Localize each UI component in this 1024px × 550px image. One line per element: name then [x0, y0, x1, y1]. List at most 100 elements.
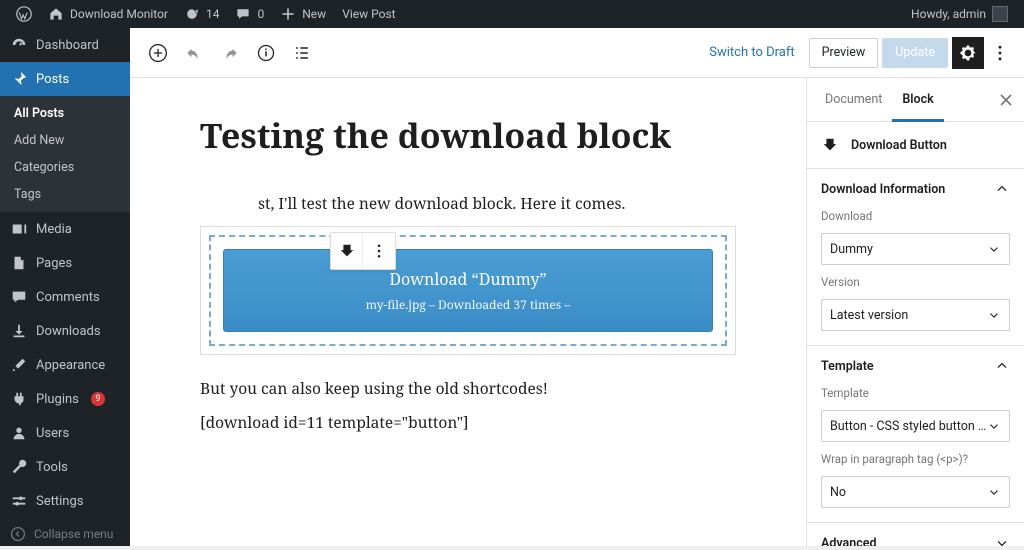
sidebar-subitem[interactable]: Add New	[0, 127, 130, 154]
collapse-icon	[10, 526, 26, 542]
chevron-down-icon	[987, 419, 1001, 433]
ab-new[interactable]: New	[272, 0, 334, 28]
sidebar-item-label: Settings	[36, 494, 83, 509]
select-wrap-p[interactable]: No	[821, 476, 1010, 508]
page-icon	[10, 254, 28, 272]
inspector-close-button[interactable]	[996, 90, 1016, 110]
gear-icon	[958, 43, 978, 63]
label-download: Download	[821, 209, 1010, 223]
sidebar-item-pages[interactable]: Pages	[0, 246, 130, 280]
home-icon	[48, 6, 64, 22]
select-version[interactable]: Latest version	[821, 299, 1010, 331]
ab-updates[interactable]: 14	[176, 0, 228, 28]
sidebar-item-label: Plugins	[36, 392, 79, 407]
chevron-up-icon	[994, 358, 1010, 374]
settings-toggle-button[interactable]	[952, 37, 984, 69]
update-button[interactable]: Update	[882, 38, 948, 68]
block-navigation-button[interactable]	[286, 37, 318, 69]
admin-sidebar: Dashboard Posts All PostsAdd NewCategories…	[0, 28, 130, 546]
download-button-subtitle: my-file.jpg – Downloaded 37 times –	[234, 296, 702, 313]
sidebar-item-plugins[interactable]: Plugins 9	[0, 382, 130, 416]
ab-updates-count: 14	[206, 7, 220, 21]
tab-document[interactable]: Document	[815, 78, 892, 122]
paragraph-block[interactable]: [download id=11 template="button"]	[200, 411, 736, 433]
sidebar-item-label: Pages	[36, 256, 72, 271]
update-badge: 9	[91, 392, 105, 406]
admin-bar: Download Monitor 14 0 New View Post Howd…	[0, 0, 1024, 28]
ab-wp-logo[interactable]	[8, 0, 40, 28]
download-block-selected[interactable]: Download “Dummy” my-file.jpg – Downloade…	[200, 226, 736, 355]
ab-site-name[interactable]: Download Monitor	[40, 0, 176, 28]
sliders-icon	[10, 492, 28, 510]
label-template: Template	[821, 386, 1010, 400]
paragraph-block[interactable]: st, I'll test the new download block. He…	[200, 192, 736, 214]
select-template[interactable]: Button - CSS styled button sho…	[821, 410, 1010, 442]
sidebar-item-dashboard[interactable]: Dashboard	[0, 28, 130, 62]
redo-button[interactable]	[214, 37, 246, 69]
download-icon	[821, 136, 839, 154]
dashboard-icon	[10, 36, 28, 54]
sidebar-item-users[interactable]: Users	[0, 416, 130, 450]
post-title[interactable]: Testing the download block	[200, 112, 736, 158]
sidebar-item-label: Appearance	[36, 358, 105, 373]
collapse-menu-button[interactable]: Collapse menu	[0, 518, 130, 550]
download-button-title: Download “Dummy”	[234, 268, 702, 290]
panel-download-information[interactable]: Download Information	[807, 169, 1024, 209]
plug-icon	[10, 390, 28, 408]
sidebar-item-label: Posts	[36, 72, 69, 87]
tab-block[interactable]: Block	[892, 78, 943, 122]
chevron-up-icon	[994, 181, 1010, 197]
sidebar-subitem[interactable]: Tags	[0, 181, 130, 208]
sidebar-subitem[interactable]: Categories	[0, 154, 130, 181]
updates-icon	[184, 6, 200, 22]
pin-icon	[10, 70, 28, 88]
sidebar-item-label: Users	[36, 426, 69, 441]
inspector-panel: Document Block Download Button Download …	[806, 78, 1024, 546]
comment-icon	[235, 6, 251, 22]
download-button-preview: Download “Dummy” my-file.jpg – Downloade…	[223, 249, 713, 332]
chevron-down-icon	[994, 535, 1010, 546]
kebab-icon	[990, 43, 1010, 63]
ab-comments[interactable]: 0	[227, 0, 272, 28]
preview-button[interactable]: Preview	[809, 38, 879, 68]
sidebar-item-posts[interactable]: Posts	[0, 62, 130, 96]
sidebar-item-appearance[interactable]: Appearance	[0, 348, 130, 382]
panel-template[interactable]: Template	[807, 346, 1024, 386]
sidebar-item-label: Media	[36, 222, 72, 237]
chevron-down-icon	[987, 242, 1001, 256]
plus-icon	[280, 6, 296, 22]
sidebar-item-label: Dashboard	[36, 38, 99, 53]
undo-button[interactable]	[178, 37, 210, 69]
ab-comments-count: 0	[257, 7, 264, 21]
editor-canvas[interactable]: Testing the download block st, I'll test…	[130, 78, 806, 546]
sidebar-item-label: Tools	[36, 460, 68, 475]
label-version: Version	[821, 275, 1010, 289]
select-download[interactable]: Dummy	[821, 233, 1010, 265]
sidebar-item-label: Downloads	[36, 324, 101, 339]
sidebar-item-media[interactable]: Media	[0, 212, 130, 246]
media-icon	[10, 220, 28, 238]
ab-new-label: New	[302, 7, 326, 21]
user-icon	[10, 424, 28, 442]
sidebar-item-tools[interactable]: Tools	[0, 450, 130, 484]
sidebar-subitem[interactable]: All Posts	[0, 100, 130, 127]
switch-to-draft-link[interactable]: Switch to Draft	[699, 45, 804, 60]
download-icon	[10, 322, 28, 340]
ab-view-post[interactable]: View Post	[334, 0, 403, 28]
block-inserter-button[interactable]	[142, 37, 174, 69]
editor-toolbar: Switch to Draft Preview Update	[130, 28, 1024, 78]
brush-icon	[10, 356, 28, 374]
paragraph-block[interactable]: But you can also keep using the old shor…	[200, 377, 736, 399]
panel-advanced[interactable]: Advanced	[807, 523, 1024, 546]
content-info-button[interactable]	[250, 37, 282, 69]
block-more-button[interactable]	[363, 233, 395, 269]
ab-howdy[interactable]: Howdy, admin	[903, 0, 1016, 28]
chevron-down-icon	[987, 485, 1001, 499]
sidebar-item-settings[interactable]: Settings	[0, 484, 130, 518]
block-type-button[interactable]	[331, 233, 363, 269]
block-card: Download Button	[807, 122, 1024, 168]
chevron-down-icon	[987, 308, 1001, 322]
more-menu-button[interactable]	[988, 43, 1012, 63]
sidebar-item-downloads[interactable]: Downloads	[0, 314, 130, 348]
sidebar-item-comments[interactable]: Comments	[0, 280, 130, 314]
